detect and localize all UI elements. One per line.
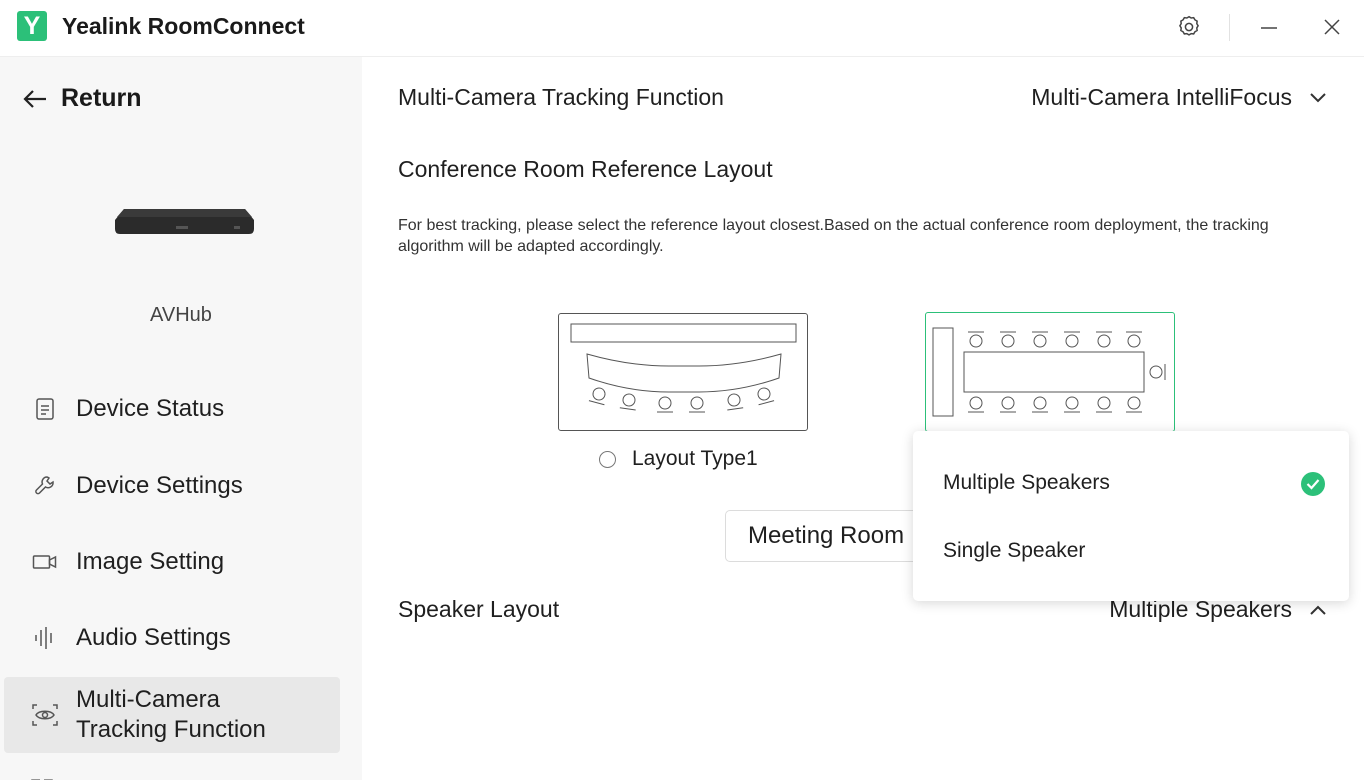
dropdown-option-multiple-speakers[interactable]: Multiple Speakers [943, 471, 1110, 495]
sidebar-item-audio-settings[interactable]: Audio Settings [4, 619, 340, 657]
layout-type1-radio[interactable] [599, 450, 616, 468]
sidebar-item-device-settings[interactable]: Device Settings [4, 467, 340, 505]
eye-scan-icon [30, 700, 60, 730]
avhub-device-image [115, 209, 254, 234]
titlebar-divider [1229, 14, 1230, 41]
sidebar-item-multi-camera-tracking[interactable]: Multi-Camera Tracking Function [4, 677, 340, 753]
sidebar-item-label-line1: Multi-Camera [76, 686, 221, 713]
settings-gear-icon[interactable] [1172, 10, 1206, 44]
sidebar-item-label: Device Settings [76, 472, 243, 499]
sidebar-item-image-setting[interactable]: Image Setting [4, 543, 340, 581]
sidebar-item-label-wrap: Multi-Camera Tracking Function [76, 685, 266, 745]
dropdown-option-single-speaker[interactable]: Single Speaker [943, 539, 1085, 563]
sidebar-item-label-line2: Tracking Function [76, 716, 266, 743]
sidebar: Return AVHub Device Status Device Settin… [0, 57, 362, 780]
camera-icon [30, 547, 60, 577]
sidebar-item-device-status[interactable]: Device Status [4, 390, 340, 428]
device-name: AVHub [150, 304, 212, 326]
sidebar-item-label: Image Setting [76, 548, 225, 575]
audio-wave-icon [30, 623, 60, 653]
return-button[interactable]: Return [22, 84, 142, 113]
speaker-layout-dropdown: Multiple Speakers Single Speaker [913, 431, 1349, 601]
layout-type2-diagram [932, 327, 1166, 417]
check-circle-icon [1301, 472, 1325, 496]
app-title: Yealink RoomConnect [62, 13, 305, 39]
layout-type1-label: Layout Type1 [632, 447, 758, 470]
layout-type1-diagram [570, 323, 797, 413]
return-label: Return [61, 84, 142, 112]
document-icon [30, 394, 60, 424]
tracking-function-label: Multi-Camera Tracking Function [398, 84, 724, 110]
app-logo: Y [17, 11, 47, 41]
reference-layout-description: For best tracking, please select the ref… [398, 217, 1269, 255]
chevron-down-icon [1310, 92, 1326, 102]
arrow-left-icon [23, 89, 46, 108]
title-bar: Y Yealink RoomConnect [0, 0, 1364, 57]
layout-type1-card[interactable] [558, 313, 808, 431]
layout-type1-option[interactable]: Layout Type1 [599, 447, 758, 471]
chevron-up-icon [1310, 605, 1326, 615]
sidebar-next-item-icon [30, 773, 54, 780]
wrench-icon [30, 471, 60, 501]
minimize-icon[interactable] [1252, 10, 1286, 44]
speaker-layout-label: Speaker Layout [398, 596, 560, 622]
tracking-function-value: Multi-Camera IntelliFocus [1031, 84, 1292, 110]
meeting-room-select[interactable]: Meeting Room [725, 510, 945, 562]
sidebar-item-label: Device Status [76, 395, 225, 422]
main-content: Multi-Camera Tracking Function Multi-Cam… [362, 57, 1364, 780]
layout-type2-card[interactable] [925, 312, 1175, 432]
reference-layout-heading: Conference Room Reference Layout [398, 156, 773, 182]
close-icon[interactable] [1315, 10, 1349, 44]
tracking-function-select[interactable]: Multi-Camera IntelliFocus [1031, 84, 1328, 111]
sidebar-item-label: Audio Settings [76, 624, 231, 651]
